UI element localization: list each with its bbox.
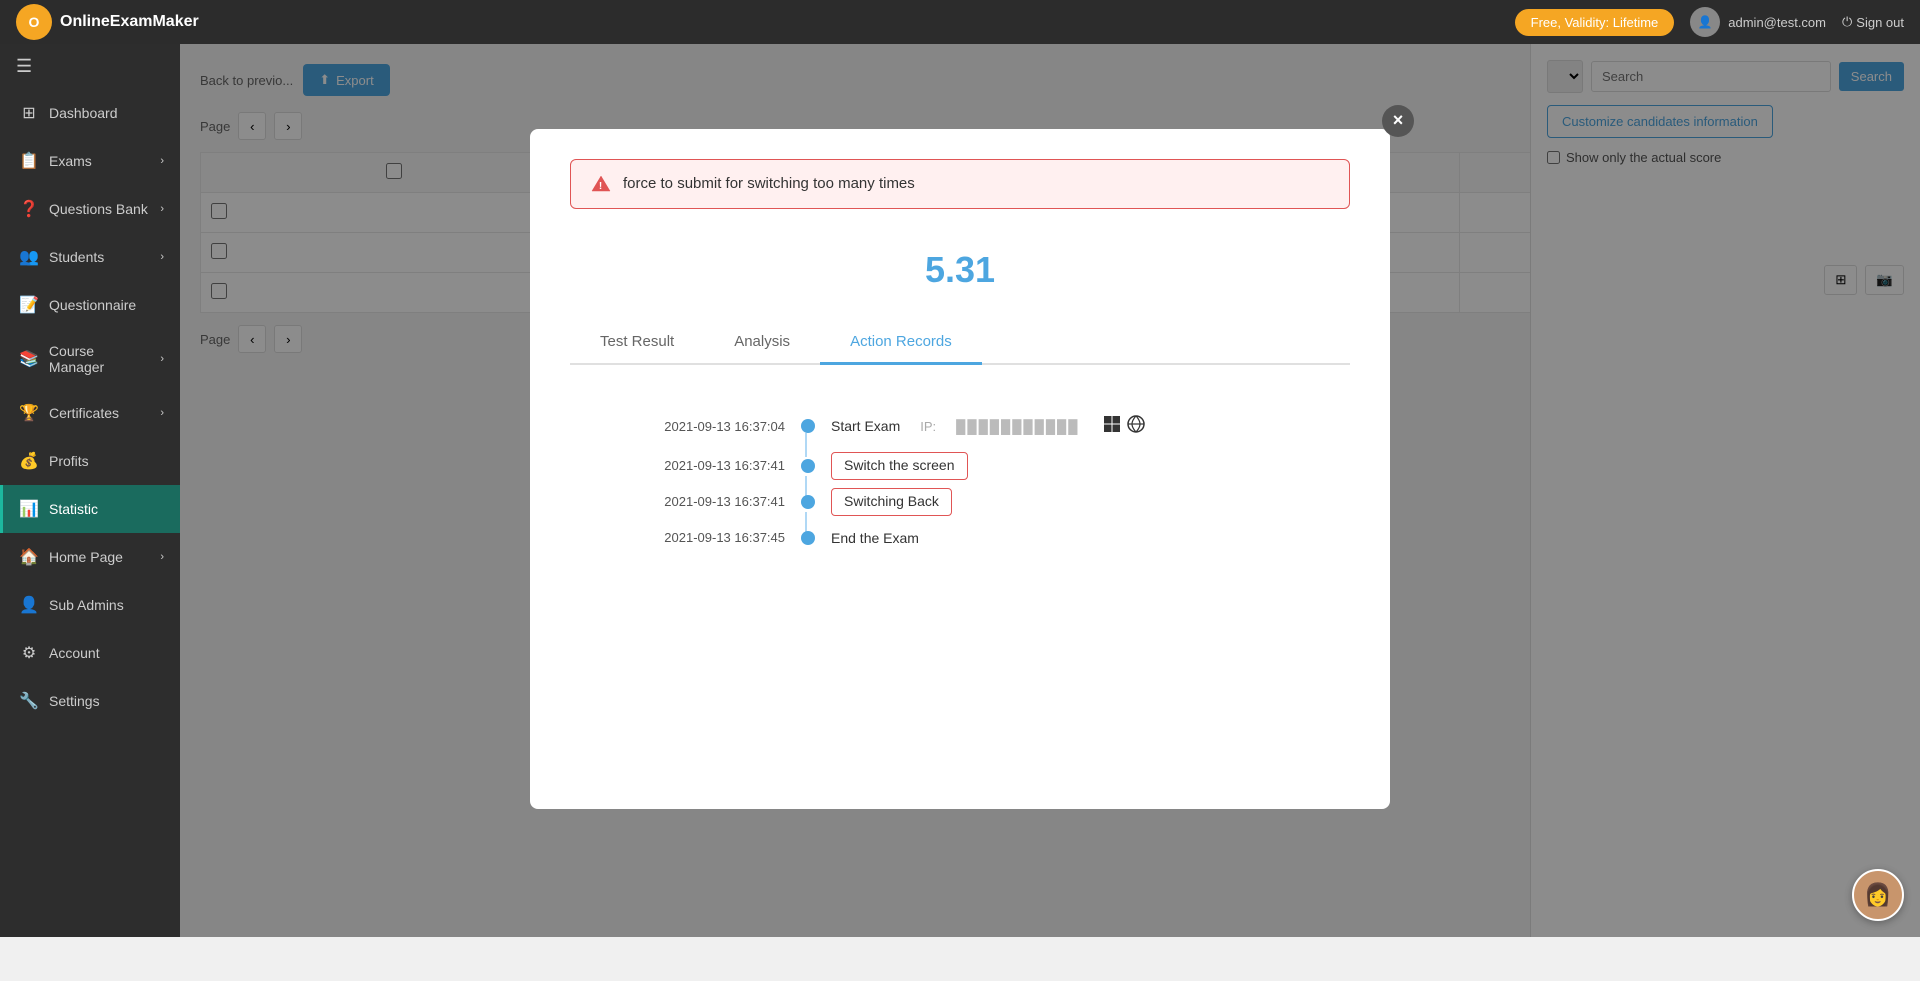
- avatar: 👤: [1690, 7, 1720, 37]
- certificates-icon: 🏆: [19, 403, 39, 423]
- alert-banner: ! force to submit for switching too many…: [570, 159, 1350, 209]
- timeline-item-switch-screen: 2021-09-13 16:37:41 Switch the screen: [630, 448, 1290, 484]
- score-display: 5.31: [570, 229, 1350, 321]
- modal-tabs: Test Result Analysis Action Records: [570, 321, 1350, 365]
- account-icon: ⚙: [19, 643, 39, 663]
- sidebar-item-label: Sub Admins: [49, 597, 124, 613]
- svg-text:!: !: [599, 181, 602, 192]
- timeline-dot: [801, 495, 815, 509]
- questionnaire-icon: 📝: [19, 295, 39, 315]
- sidebar-item-questions-bank[interactable]: ❓ Questions Bank ›: [0, 185, 180, 233]
- chevron-right-icon: ›: [160, 551, 164, 563]
- timeline: 2021-09-13 16:37:04 Start Exam IP: █████…: [570, 395, 1350, 566]
- validity-button[interactable]: Free, Validity: Lifetime: [1515, 9, 1675, 36]
- sidebar-item-label: Home Page: [49, 549, 123, 565]
- students-icon: 👥: [19, 247, 39, 267]
- chevron-right-icon: ›: [160, 251, 164, 263]
- sidebar-item-certificates[interactable]: 🏆 Certificates ›: [0, 389, 180, 437]
- sidebar-item-label: Certificates: [49, 405, 119, 421]
- timeline-item-switching-back: 2021-09-13 16:37:41 Switching Back: [630, 484, 1290, 520]
- browser-icon: [1127, 415, 1145, 438]
- questions-bank-icon: ❓: [19, 199, 39, 219]
- sidebar-item-label: Settings: [49, 693, 100, 709]
- sidebar-item-label: Questionnaire: [49, 297, 136, 313]
- course-manager-icon: 📚: [19, 349, 39, 369]
- sidebar-item-label: Profits: [49, 453, 89, 469]
- signout-icon: ⏻: [1842, 14, 1852, 30]
- timeline-item-start-exam: 2021-09-13 16:37:04 Start Exam IP: █████…: [630, 405, 1290, 448]
- timeline-label: Start Exam: [831, 418, 900, 434]
- chevron-right-icon: ›: [160, 155, 164, 167]
- timeline-dot: [801, 531, 815, 545]
- platform-icons: [1103, 415, 1145, 438]
- sidebar-item-label: Account: [49, 645, 100, 661]
- windows-icon: [1103, 415, 1121, 438]
- sidebar-item-sub-admins[interactable]: 👤 Sub Admins: [0, 581, 180, 629]
- timeline-date: 2021-09-13 16:37:41: [630, 494, 785, 509]
- timeline-label: Switch the screen: [844, 457, 955, 473]
- dashboard-icon: ⊞: [19, 103, 39, 123]
- timeline-label: Switching Back: [844, 493, 939, 509]
- signout-button[interactable]: ⏻ Sign out: [1842, 14, 1904, 30]
- sidebar-item-dashboard[interactable]: ⊞ Dashboard: [0, 89, 180, 137]
- floating-avatar: 👩: [1852, 869, 1904, 921]
- navbar: O OnlineExamMaker Free, Validity: Lifeti…: [0, 0, 1920, 44]
- sidebar-item-home-page[interactable]: 🏠 Home Page ›: [0, 533, 180, 581]
- sidebar-item-exams[interactable]: 📋 Exams ›: [0, 137, 180, 185]
- tab-analysis[interactable]: Analysis: [704, 321, 820, 365]
- sidebar-item-label: Dashboard: [49, 105, 118, 121]
- alert-text: force to submit for switching too many t…: [623, 175, 915, 192]
- statistic-icon: 📊: [19, 499, 39, 519]
- sidebar-item-label: Course Manager: [49, 343, 150, 375]
- timeline-dot: [801, 419, 815, 433]
- sidebar-item-settings[interactable]: 🔧 Settings: [0, 677, 180, 725]
- sidebar-item-profits[interactable]: 💰 Profits: [0, 437, 180, 485]
- highlight-box: Switching Back: [831, 488, 952, 516]
- sidebar-item-label: Statistic: [49, 501, 98, 517]
- settings-icon: 🔧: [19, 691, 39, 711]
- warning-icon: !: [591, 174, 611, 194]
- ip-label: IP:: [920, 419, 936, 434]
- sub-admins-icon: 👤: [19, 595, 39, 615]
- modal-close-button[interactable]: ×: [1382, 105, 1414, 137]
- chevron-right-icon: ›: [160, 203, 164, 215]
- timeline-date: 2021-09-13 16:37:04: [630, 419, 785, 434]
- modal: × ! force to submit for switching too ma…: [530, 129, 1390, 809]
- profits-icon: 💰: [19, 451, 39, 471]
- highlight-box: Switch the screen: [831, 452, 968, 480]
- navbar-right: Free, Validity: Lifetime 👤 admin@test.co…: [1515, 7, 1904, 37]
- signout-label: Sign out: [1856, 15, 1904, 30]
- sidebar-item-students[interactable]: 👥 Students ›: [0, 233, 180, 281]
- timeline-item-end-exam: 2021-09-13 16:37:45 End the Exam: [630, 520, 1290, 556]
- exams-icon: 📋: [19, 151, 39, 171]
- logo-icon: O: [16, 4, 52, 40]
- user-name: admin@test.com: [1728, 15, 1826, 30]
- sidebar-item-label: Exams: [49, 153, 92, 169]
- tab-action-records[interactable]: Action Records: [820, 321, 982, 365]
- sidebar-item-course-manager[interactable]: 📚 Course Manager ›: [0, 329, 180, 389]
- navbar-logo: O OnlineExamMaker: [16, 4, 199, 40]
- chevron-right-icon: ›: [160, 407, 164, 419]
- sidebar-item-account[interactable]: ⚙ Account: [0, 629, 180, 677]
- tab-test-result[interactable]: Test Result: [570, 321, 704, 365]
- sidebar-item-statistic[interactable]: 📊 Statistic: [0, 485, 180, 533]
- ip-value: ███████████: [956, 419, 1079, 434]
- sidebar: ☰ ⊞ Dashboard 📋 Exams › ❓ Questions Bank…: [0, 44, 180, 937]
- sidebar-item-label: Questions Bank: [49, 201, 148, 217]
- logo-text: OnlineExamMaker: [60, 13, 199, 31]
- user-info: 👤 admin@test.com: [1690, 7, 1826, 37]
- home-icon: 🏠: [19, 547, 39, 567]
- sidebar-item-questionnaire[interactable]: 📝 Questionnaire: [0, 281, 180, 329]
- timeline-date: 2021-09-13 16:37:41: [630, 458, 785, 473]
- sidebar-item-label: Students: [49, 249, 104, 265]
- timeline-label: End the Exam: [831, 530, 919, 546]
- hamburger-icon[interactable]: ☰: [0, 44, 180, 89]
- timeline-dot: [801, 459, 815, 473]
- chevron-right-icon: ›: [160, 353, 164, 365]
- timeline-date: 2021-09-13 16:37:45: [630, 530, 785, 545]
